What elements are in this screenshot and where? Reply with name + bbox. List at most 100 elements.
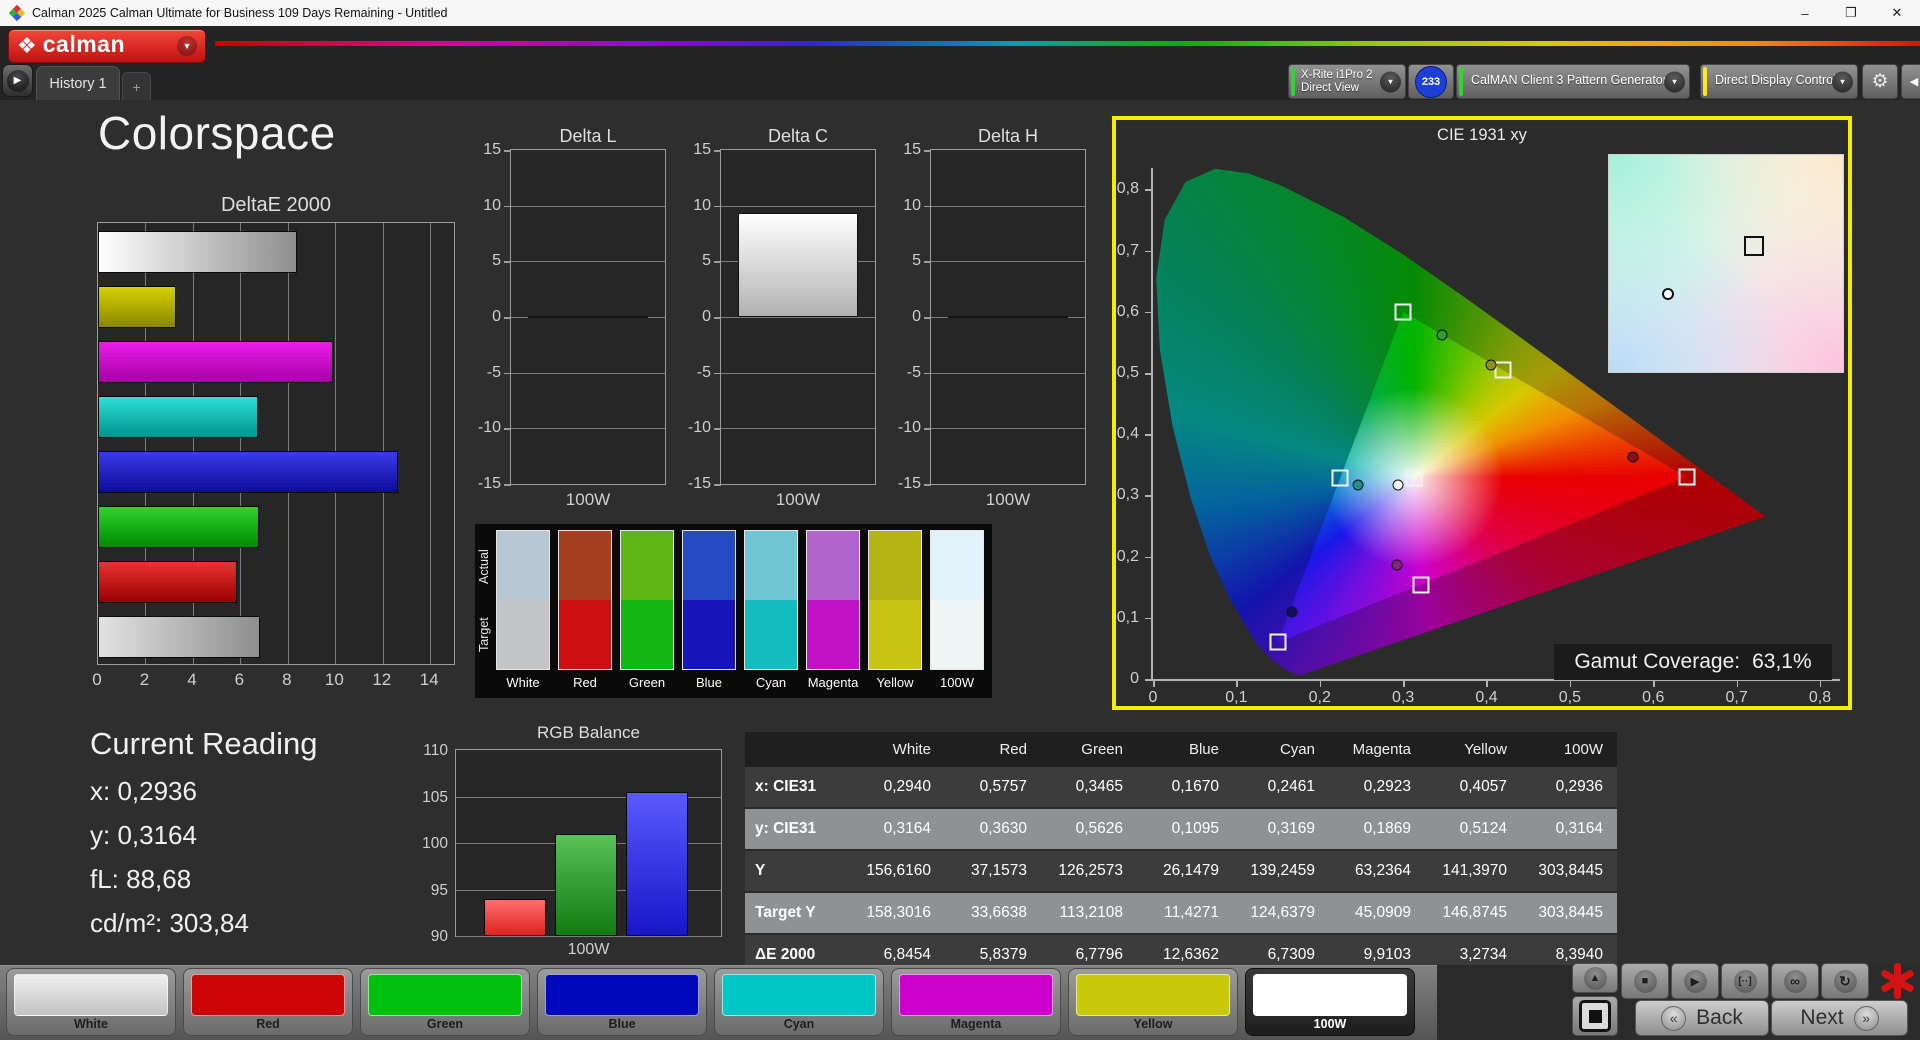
cie-y-tick-label: 0,8 <box>1107 180 1139 198</box>
expand-controls-button[interactable]: ▲ <box>1572 963 1618 993</box>
chevron-down-icon[interactable]: ▼ <box>177 36 197 56</box>
meter-exposure-button[interactable]: 233 <box>1408 64 1454 99</box>
table-cell: 0,2936 <box>1521 767 1617 808</box>
window-title: Calman 2025 Calman Ultimate for Business… <box>32 6 447 20</box>
cie-y-tick <box>1145 618 1151 620</box>
pattern-button-Blue[interactable]: Blue <box>537 968 707 1036</box>
table-cell: 0,5757 <box>945 767 1041 808</box>
delta-tick-label: -10 <box>467 419 501 437</box>
pattern-button-Green[interactable]: Green <box>360 968 530 1036</box>
minimize-icon[interactable]: – <box>1782 0 1828 26</box>
pattern-label-White: White <box>7 1017 175 1031</box>
cie-x-tick-label: 0,1 <box>1225 689 1247 707</box>
cie-y-tick-label: 0,1 <box>1107 609 1139 627</box>
calman-app-icon <box>10 6 24 20</box>
deltae-tick-label: 4 <box>187 670 196 690</box>
settings-button[interactable]: ⚙ <box>1862 64 1898 99</box>
cie-x-tick <box>1403 681 1405 687</box>
restore-icon[interactable]: ❐ <box>1828 0 1874 26</box>
white-point-inset <box>1608 154 1844 373</box>
delta-l-category: 100W <box>510 490 666 510</box>
delta_c-bar <box>738 213 858 317</box>
back-button[interactable]: « Back <box>1635 1000 1769 1036</box>
tab-history-1[interactable]: History 1 <box>36 66 120 100</box>
rgb-bar-Red <box>484 899 546 936</box>
refresh-button[interactable]: ↻ <box>1821 963 1869 999</box>
actual-row-label: Actual <box>477 534 493 600</box>
table-cell: 158,3016 <box>849 892 945 934</box>
cie-x-tick <box>1153 681 1155 687</box>
next-button[interactable]: Next » <box>1771 1000 1908 1036</box>
chevron-down-icon[interactable]: ▼ <box>1380 71 1401 92</box>
display-control-dropdown[interactable]: Direct Display Control ▼ <box>1700 64 1858 99</box>
swatch-label-Magenta: Magenta <box>798 675 868 690</box>
delta-tickmark <box>714 261 721 263</box>
pattern-button-White[interactable]: White <box>6 968 176 1036</box>
pattern-button-Yellow[interactable]: Yellow <box>1068 968 1238 1036</box>
pattern-label-Green: Green <box>361 1017 529 1031</box>
stop-icon: ■ <box>1634 970 1657 993</box>
delta-tick-label: 10 <box>677 197 711 215</box>
delta-tick-label: -15 <box>887 475 921 493</box>
calman-logo-icon: ❖ <box>17 35 37 57</box>
row-label-Y: Y <box>745 850 849 892</box>
continuous-read-button[interactable]: ∞ <box>1771 963 1819 999</box>
back-label: Back <box>1696 1006 1743 1030</box>
add-tab-button[interactable]: + <box>122 72 151 100</box>
series-read-button[interactable]: [··] <box>1721 963 1769 999</box>
swatch-label-100W: 100W <box>922 675 992 690</box>
deltae-gridline <box>288 223 289 664</box>
play-button[interactable]: ▶ <box>1671 963 1719 999</box>
chevron-down-icon[interactable]: ▼ <box>1664 71 1685 92</box>
cie-y-tick-label: 0,4 <box>1107 425 1139 443</box>
cie-measured-Cyan <box>1353 480 1364 491</box>
pattern-status-bar <box>1459 67 1463 96</box>
display-status-bar <box>1703 67 1707 96</box>
deltae-bar-White <box>98 616 260 658</box>
swatch-label-Green: Green <box>612 675 682 690</box>
rgb-gridline <box>456 936 721 937</box>
chevron-down-icon[interactable]: ▼ <box>1832 71 1853 92</box>
table-header-row: WhiteRedGreenBlueCyanMagentaYellow100W <box>745 732 1617 767</box>
delta-gridline <box>511 428 665 429</box>
deltae-tick-label: 2 <box>140 670 149 690</box>
rgb-balance-chart: 1101051009590 <box>455 749 722 937</box>
chevrons-right-icon: » <box>1854 1006 1879 1031</box>
reading-y: y: 0,3164 <box>90 820 197 851</box>
deltae-tick-label: 8 <box>282 670 291 690</box>
calman-menu-button[interactable]: ❖ calman ▼ <box>8 29 206 63</box>
cie-target-Red <box>1678 469 1695 486</box>
delta-tick-label: -10 <box>887 419 921 437</box>
table-cell: 0,2940 <box>849 767 945 808</box>
table-cell: 124,6379 <box>1233 892 1329 934</box>
pattern-button-Magenta[interactable]: Magenta <box>891 968 1061 1036</box>
cie-y-tick-label: 0,3 <box>1107 486 1139 504</box>
collapse-panel-button[interactable]: ◀ <box>1901 64 1920 99</box>
meter-dropdown[interactable]: X-Rite i1Pro 2 Direct View ▼ <box>1288 64 1406 99</box>
close-icon[interactable]: ✕ <box>1874 0 1920 26</box>
table-cell: 11,4271 <box>1137 892 1233 934</box>
swatch-target-Yellow <box>868 600 922 670</box>
pattern-generator-dropdown[interactable]: CalMAN Client 3 Pattern Generator ▼ <box>1456 64 1690 99</box>
pattern-window-button[interactable] <box>1572 996 1618 1036</box>
delta-tick-label: 5 <box>677 252 711 270</box>
pattern-button-Red[interactable]: Red <box>183 968 353 1036</box>
cie-x-tick-label: 0,8 <box>1809 689 1831 707</box>
delta-gridline <box>721 373 875 374</box>
stop-button[interactable]: ■ <box>1621 963 1669 999</box>
delta-l-title: Delta L <box>510 126 666 147</box>
layout-nav-button[interactable]: ▶ <box>2 64 33 97</box>
rgb-tick-label: 90 <box>414 928 448 946</box>
swatch-label-Cyan: Cyan <box>736 675 806 690</box>
delta-tickmark <box>504 206 511 208</box>
pattern-button-Cyan[interactable]: Cyan <box>714 968 884 1036</box>
calman-logo-text: calman <box>43 31 125 58</box>
table-cell: 0,3164 <box>1521 808 1617 850</box>
pattern-label-Magenta: Magenta <box>892 1017 1060 1031</box>
pattern-button-100W[interactable]: 100W <box>1245 968 1415 1036</box>
delta-tick-label: 5 <box>887 252 921 270</box>
deltae-tick-label: 0 <box>92 670 101 690</box>
table-cell: 0,1095 <box>1137 808 1233 850</box>
delta-tickmark <box>924 206 931 208</box>
swatch-target-Red <box>558 600 612 670</box>
